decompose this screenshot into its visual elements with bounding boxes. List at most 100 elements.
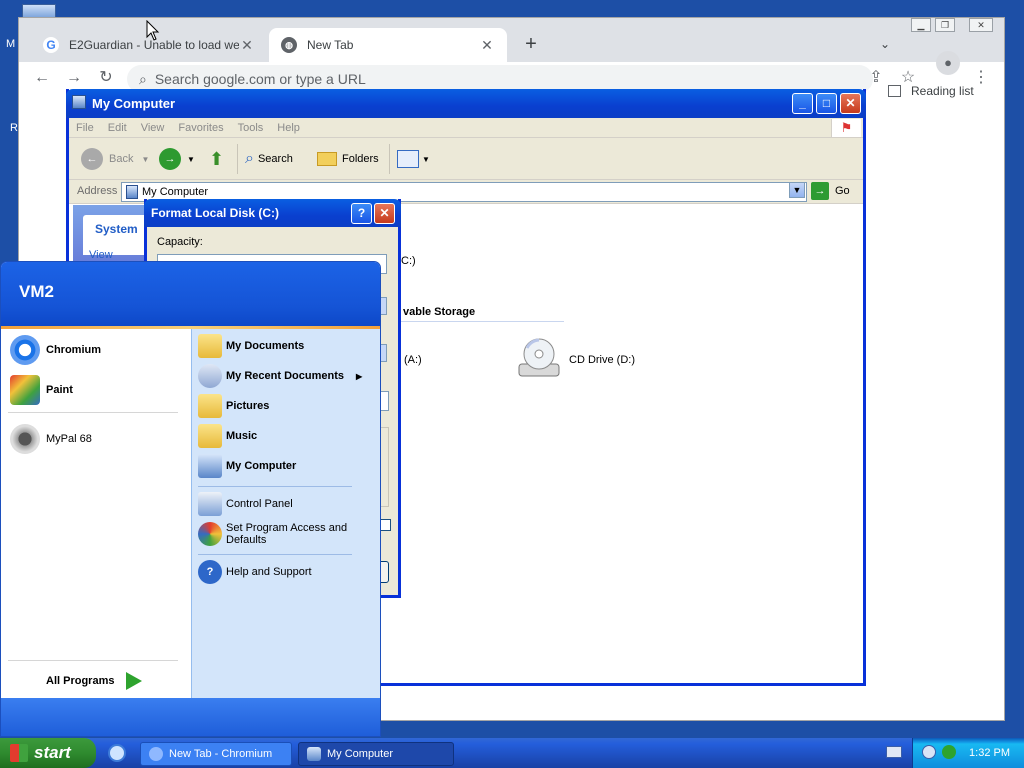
tab-strip: G E2Guardian - Unable to load websit ✕ ◍…	[19, 18, 1004, 62]
start-item-control-panel[interactable]: Control Panel	[198, 492, 293, 516]
start-item-label: Control Panel	[226, 498, 293, 510]
close-button[interactable]: ✕	[374, 203, 395, 224]
start-item-label: MyPal 68	[46, 433, 92, 445]
search-icon: ⌕	[245, 150, 254, 167]
menu-help[interactable]: Help	[270, 122, 307, 134]
computer-icon	[198, 454, 222, 478]
menu-view[interactable]: View	[134, 122, 172, 134]
help-icon: ?	[198, 560, 222, 584]
all-programs-button[interactable]: All Programs	[46, 672, 143, 690]
menu-favorites[interactable]: Favorites	[171, 122, 230, 134]
maximize-button[interactable]: □	[816, 93, 837, 114]
menu-tools[interactable]: Tools	[231, 122, 271, 134]
start-item-my-documents[interactable]: My Documents	[198, 334, 304, 358]
folder-icon	[198, 334, 222, 358]
start-item-chromium[interactable]: Chromium	[10, 335, 101, 365]
back-arrow-icon[interactable]: ←	[31, 67, 53, 89]
toolbar-divider	[237, 144, 238, 174]
share-icon[interactable]: ⇪	[865, 67, 887, 89]
window-title: My Computer	[92, 96, 176, 111]
maximize-button[interactable]: ❐	[935, 18, 955, 32]
search-icon: ⌕	[139, 70, 147, 87]
green-arrow-icon	[126, 672, 143, 690]
close-tab-icon[interactable]: ✕	[479, 37, 495, 54]
reload-icon[interactable]: ↻	[95, 67, 117, 89]
close-tab-icon[interactable]: ✕	[239, 37, 255, 54]
view-system-info-link[interactable]: View	[89, 249, 113, 261]
start-item-mypal[interactable]: MyPal 68	[10, 424, 92, 454]
tab-search-chevron-icon[interactable]: ⌄	[875, 34, 895, 54]
menu-file[interactable]: File	[69, 122, 101, 134]
desktop-icon-label: M	[6, 38, 16, 50]
taskbar-button-chromium[interactable]: New Tab - Chromium	[140, 742, 292, 766]
my-computer-icon	[72, 95, 86, 109]
start-menu-divider	[8, 412, 178, 413]
close-window-button[interactable]: ✕	[969, 18, 993, 32]
views-icon	[397, 150, 419, 168]
dialog-title-bar[interactable]: Format Local Disk (C:) ? ✕	[144, 199, 401, 227]
go-arrow-icon: →	[811, 182, 829, 200]
back-arrow-icon: ←	[81, 148, 103, 170]
start-item-paint[interactable]: Paint	[10, 375, 73, 405]
folders-button[interactable]: Folders	[317, 146, 379, 172]
views-button[interactable]: ▼	[397, 146, 430, 172]
minimize-button[interactable]: _	[792, 93, 813, 114]
help-button[interactable]: ?	[351, 203, 372, 224]
address-label: Address	[77, 185, 118, 197]
up-folder-icon[interactable]: ⬆	[209, 146, 224, 172]
address-value: My Computer	[142, 186, 209, 198]
start-item-label: Chromium	[46, 344, 101, 356]
forward-button[interactable]: → ▼	[159, 146, 195, 172]
search-button[interactable]: ⌕ Search	[245, 146, 293, 172]
taskbar-button-label: My Computer	[327, 748, 394, 760]
address-dropdown-button[interactable]: ▼	[789, 182, 805, 198]
mouse-cursor-icon	[146, 20, 160, 41]
back-button[interactable]: ← Back ▼	[81, 146, 149, 172]
drive-a-label[interactable]: (A:)	[404, 354, 422, 366]
start-item-my-recent-documents[interactable]: My Recent Documents ▶	[198, 364, 362, 388]
taskbar-button-label: New Tab - Chromium	[169, 748, 273, 760]
new-tab-button[interactable]: +	[519, 33, 543, 57]
start-item-help-support[interactable]: ? Help and Support	[198, 560, 312, 584]
desktop-computer-icon[interactable]	[22, 4, 56, 18]
chevron-down-icon: ▼	[141, 154, 150, 164]
cd-drive-label[interactable]: CD Drive (D:)	[569, 354, 635, 366]
menu-edit[interactable]: Edit	[101, 122, 134, 134]
keyboard-language-icon[interactable]	[886, 746, 902, 758]
go-button[interactable]: → Go	[811, 182, 850, 200]
reading-list-button[interactable]: Reading list	[888, 84, 974, 98]
taskbar-button-my-computer[interactable]: My Computer	[298, 742, 454, 766]
title-bar[interactable]: My Computer _ □ ✕	[66, 89, 866, 118]
start-menu-divider	[8, 660, 178, 661]
start-button[interactable]: start	[0, 738, 96, 768]
tab-new-tab[interactable]: ◍ New Tab ✕	[269, 28, 507, 62]
toolbar-divider	[389, 144, 390, 174]
submenu-arrow-icon: ▶	[355, 371, 363, 381]
paint-icon	[10, 375, 40, 405]
start-item-pictures[interactable]: Pictures	[198, 394, 269, 418]
close-button[interactable]: ✕	[840, 93, 861, 114]
chevron-down-icon: ▼	[187, 154, 195, 164]
quick-launch-browser-icon[interactable]	[108, 744, 126, 762]
my-computer-icon	[307, 747, 321, 761]
forward-arrow-icon[interactable]: →	[63, 67, 85, 89]
clock[interactable]: 1:32 PM	[969, 747, 1010, 759]
omnibox-placeholder: Search google.com or type a URL	[154, 71, 366, 87]
start-menu-divider	[198, 486, 352, 487]
minimize-button[interactable]: ▁	[911, 18, 931, 32]
start-item-program-access[interactable]: Set Program Access and Defaults	[198, 522, 358, 546]
cd-drive-icon[interactable]	[517, 336, 561, 380]
drive-c-label[interactable]: C:)	[401, 255, 416, 267]
group-divider	[399, 321, 564, 322]
network-tray-icon[interactable]	[922, 745, 936, 759]
start-item-my-computer[interactable]: My Computer	[198, 454, 296, 478]
chevron-down-icon: ▼	[422, 154, 430, 164]
start-menu-divider	[198, 554, 352, 555]
start-item-label: My Recent Documents	[226, 370, 344, 382]
start-item-music[interactable]: Music	[198, 424, 257, 448]
security-tray-icon[interactable]	[942, 745, 956, 759]
go-label: Go	[835, 185, 850, 197]
profile-avatar-icon[interactable]: ●	[936, 51, 960, 75]
search-label: Search	[257, 153, 293, 165]
windows-flag-icon	[10, 744, 28, 762]
